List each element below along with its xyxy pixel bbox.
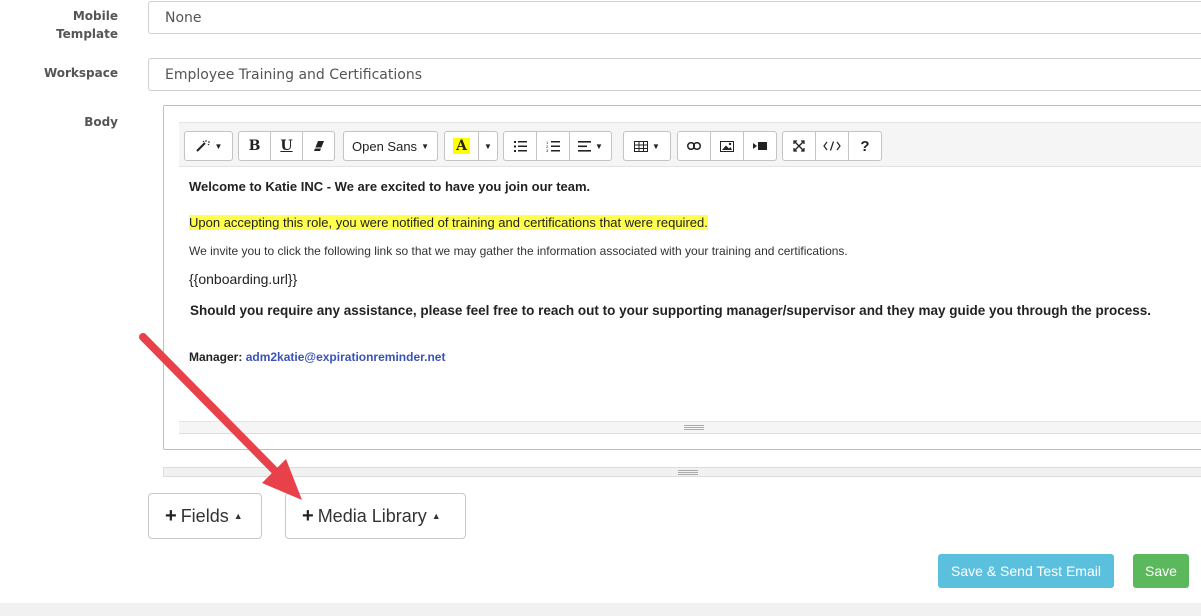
chevron-down-icon: ▼: [421, 141, 429, 151]
color-dropdown-button[interactable]: ▼: [478, 131, 498, 161]
editor-toolbar: ▼ B U Open Sans ▼ A ▼ 1 2 3 ▼ ▼ ?: [179, 123, 1201, 167]
paragraph-align-dropdown[interactable]: ▼: [569, 131, 612, 161]
body-resize-bar[interactable]: [163, 467, 1201, 477]
insert-image-button[interactable]: [710, 131, 744, 161]
underline-button[interactable]: U: [270, 131, 303, 161]
caret-up-icon: ▲: [233, 511, 243, 521]
email-line-welcome: Welcome to Katie INC - We are excited to…: [189, 179, 591, 194]
email-line-invite: We invite you to click the following lin…: [189, 244, 848, 258]
table-dropdown-button[interactable]: ▼: [623, 131, 671, 161]
chevron-down-icon: ▼: [484, 141, 492, 151]
save-button[interactable]: Save: [1133, 554, 1189, 588]
body-label: Body: [84, 115, 118, 129]
video-icon: [753, 141, 767, 151]
plus-icon: +: [302, 504, 314, 527]
email-line-highlighted: Upon accepting this role, you were notif…: [189, 215, 708, 230]
highlight-color-button[interactable]: A: [444, 131, 479, 161]
editor-resize-handle[interactable]: [179, 421, 1201, 433]
fields-label: Fields: [180, 505, 229, 526]
paragraph-group: 123 ▼: [503, 131, 612, 161]
image-icon: [720, 140, 734, 152]
ordered-list-button[interactable]: 123: [536, 131, 570, 161]
fullscreen-button[interactable]: [782, 131, 816, 161]
grip-icon: [678, 469, 698, 475]
font-family-dropdown[interactable]: Open Sans ▼: [343, 131, 438, 161]
chevron-down-icon: ▼: [595, 141, 603, 151]
align-left-icon: [578, 140, 592, 152]
clear-format-button[interactable]: [302, 131, 335, 161]
eraser-icon: [313, 140, 325, 152]
workspace-label: Workspace: [43, 66, 118, 80]
font-style-group: B U: [238, 131, 335, 161]
workspace-select[interactable]: Employee Training and Certifications: [148, 58, 1201, 91]
unordered-list-button[interactable]: [503, 131, 537, 161]
email-template-form: Mobile Template None Workspace Employee …: [0, 0, 1201, 616]
footer-band: [0, 603, 1201, 616]
email-manager-line: Manager: adm2katie@expirationreminder.ne…: [189, 350, 445, 364]
expand-icon: [793, 140, 805, 152]
table-group: ▼: [623, 131, 671, 161]
mobile-template-label: Mobile Template: [56, 9, 118, 41]
mobile-template-value: None: [165, 9, 202, 26]
view-group: ?: [782, 131, 882, 161]
font-name-group: Open Sans ▼: [343, 131, 438, 161]
insert-group: [677, 131, 777, 161]
code-icon: [823, 141, 841, 151]
plus-icon: +: [165, 504, 177, 527]
link-icon: [687, 142, 701, 150]
svg-text:3: 3: [546, 148, 549, 152]
bold-button[interactable]: B: [238, 131, 271, 161]
email-line-placeholder-url: {{onboarding.url}}: [189, 271, 298, 287]
workspace-value: Employee Training and Certifications: [165, 66, 422, 83]
table-icon: [634, 140, 649, 152]
manager-email-link[interactable]: adm2katie@expirationreminder.net: [246, 350, 446, 364]
grip-icon: [684, 425, 704, 430]
mobile-template-select[interactable]: None: [148, 1, 1201, 34]
style-group: ▼: [184, 131, 233, 161]
magic-style-button[interactable]: ▼: [184, 131, 233, 161]
insert-video-button[interactable]: [743, 131, 777, 161]
numbered-list-icon: 123: [546, 140, 560, 152]
media-library-label: Media Library: [317, 505, 427, 526]
manager-label: Manager:: [189, 350, 243, 364]
code-view-button[interactable]: [815, 131, 849, 161]
save-send-test-email-button[interactable]: Save & Send Test Email: [938, 554, 1114, 588]
fields-dropdown-button[interactable]: + Fields ▲: [148, 493, 262, 539]
chevron-down-icon: ▼: [652, 141, 660, 151]
email-line-assistance: Should you require any assistance, pleas…: [190, 303, 1151, 318]
color-group: A ▼: [444, 131, 498, 161]
font-family-value: Open Sans: [352, 138, 418, 154]
caret-up-icon: ▲: [431, 511, 441, 521]
media-library-dropdown-button[interactable]: + Media Library ▲: [285, 493, 466, 539]
highlight-a-icon: A: [453, 138, 470, 154]
help-button[interactable]: ?: [848, 131, 882, 161]
bullet-list-icon: [513, 140, 527, 152]
insert-link-button[interactable]: [677, 131, 711, 161]
chevron-down-icon: ▼: [214, 141, 223, 151]
magic-wand-icon: [195, 139, 211, 153]
rich-text-editor: ▼ B U Open Sans ▼ A ▼ 1 2 3 ▼ ▼ ? Welcom…: [179, 122, 1201, 434]
